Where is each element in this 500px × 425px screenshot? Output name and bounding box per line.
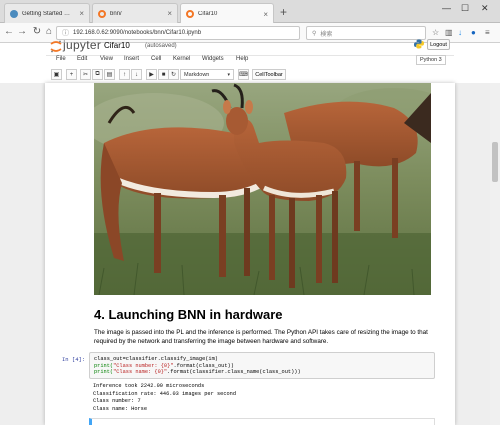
close-window-icon[interactable]: ✕ [481, 3, 489, 14]
tab-label: Cifar10 [198, 11, 218, 17]
extension-icon[interactable]: ● [471, 28, 476, 37]
menu-file[interactable]: File [56, 56, 66, 62]
output-line: Class name: Horse [93, 405, 148, 412]
output-line: Class number: 7 [93, 398, 141, 404]
bookmark-star-icon[interactable]: ☆ [432, 28, 439, 37]
menu-edit[interactable]: Edit [77, 56, 87, 62]
cell-type-select[interactable]: Markdown ▾ [180, 69, 234, 80]
minimize-icon[interactable]: — [442, 3, 451, 13]
url-text: 192.168.0.62:9090/notebooks/bnn/Cifar10.… [73, 30, 202, 36]
forward-icon[interactable]: → [16, 26, 28, 37]
jupyter-favicon-icon [186, 10, 194, 18]
code-token: .format(class_out)) [173, 362, 234, 369]
cell-type-value: Markdown [184, 71, 210, 78]
reload-icon[interactable]: ↻ [31, 26, 43, 37]
search-icon: ⚲ [312, 30, 317, 37]
search-placeholder: 検索 [320, 31, 333, 38]
code-line: print("Class name: {0}".format(classifie… [94, 369, 430, 376]
code-token: .format(classifier.class_name(class_out)… [167, 369, 301, 376]
cell-output: Inference took 2242.00 microseconds Class… [93, 383, 236, 413]
menu-icon[interactable]: ≡ [485, 28, 490, 37]
save-icon[interactable]: ▣ [51, 69, 62, 80]
restart-icon[interactable]: ↻ [168, 69, 179, 80]
code-cell-input[interactable]: class_out=classifier.classify_image(im) p… [89, 352, 435, 379]
page-scrollbar[interactable] [490, 83, 500, 425]
menu-help[interactable]: Help [236, 56, 248, 62]
menu-view[interactable]: View [100, 56, 113, 62]
maximize-icon[interactable]: ☐ [461, 3, 469, 14]
jupyter-favicon-icon [98, 9, 106, 18]
logout-button[interactable]: Logout [427, 39, 450, 50]
section-heading: 4. Launching BNN in hardware [94, 307, 283, 322]
python-favicon-icon [10, 9, 18, 18]
tab-close-icon[interactable]: × [167, 9, 172, 18]
code-string: "Class number: {0}" [113, 362, 174, 369]
back-icon[interactable]: ← [3, 26, 15, 37]
section-paragraph: The image is passed into the PL and the … [94, 329, 428, 346]
add-cell-icon[interactable]: + [66, 69, 77, 80]
tab-label: bnn/ [110, 10, 122, 17]
menu-cell[interactable]: Cell [151, 56, 161, 62]
next-code-cell[interactable] [89, 418, 435, 425]
tab-getting-started[interactable]: Getting Started — Python ... × [4, 3, 90, 23]
scrollbar-thumb[interactable] [492, 142, 498, 182]
code-line: class_out=classifier.classify_image(im) [94, 356, 218, 362]
cut-icon[interactable]: ✂ [80, 69, 91, 80]
info-icon: ⓘ [62, 30, 69, 37]
notebook-title[interactable]: Cifar10 [104, 41, 130, 50]
output-line: Inference took 2242.00 microseconds [93, 383, 205, 389]
move-up-icon[interactable]: ↑ [119, 69, 130, 80]
jupyter-logo-icon[interactable] [50, 40, 62, 53]
menu-kernel[interactable]: Kernel [173, 56, 190, 62]
code-token: print( [94, 362, 114, 369]
tab-bnn[interactable]: bnn/ × [92, 3, 178, 23]
menu-insert[interactable]: Insert [124, 56, 139, 62]
input-prompt: In [4]: [62, 356, 86, 363]
jupyter-logo-text[interactable]: jupyter [63, 38, 101, 52]
python-logo-icon [414, 39, 424, 49]
output-line: Classification rate: 446.03 images per s… [93, 390, 237, 397]
home-icon[interactable]: ⌂ [43, 26, 55, 37]
celltoolbar-button[interactable]: CellToolbar [252, 69, 286, 80]
chevron-down-icon: ▾ [227, 71, 230, 78]
search-input[interactable]: ⚲ 検索 [306, 26, 426, 40]
copy-icon[interactable]: ⧉ [92, 69, 103, 80]
code-line: print("Class number: {0}".format(class_o… [94, 363, 430, 370]
download-icon[interactable]: ↓ [458, 28, 462, 37]
menu-widgets[interactable]: Widgets [202, 56, 224, 62]
run-icon[interactable]: ▶ [146, 69, 157, 80]
kernel-indicator: Python 3 [416, 55, 446, 65]
new-tab-button[interactable]: + [280, 5, 287, 19]
code-string: "Class name: {0}" [113, 369, 168, 376]
library-icon[interactable]: ▥ [445, 28, 453, 37]
tab-cifar10[interactable]: Cifar10 × [180, 3, 274, 24]
tab-close-icon[interactable]: × [79, 9, 84, 18]
paste-icon[interactable]: ▤ [104, 69, 115, 80]
tab-label: Getting Started — Python ... [22, 10, 76, 17]
antelope-photo [94, 83, 431, 295]
code-token: print( [94, 369, 114, 376]
tab-close-icon[interactable]: × [263, 10, 268, 19]
command-palette-icon[interactable]: ⌨ [238, 69, 249, 80]
autosave-status: (autosaved) [145, 43, 177, 49]
move-down-icon[interactable]: ↓ [131, 69, 142, 80]
